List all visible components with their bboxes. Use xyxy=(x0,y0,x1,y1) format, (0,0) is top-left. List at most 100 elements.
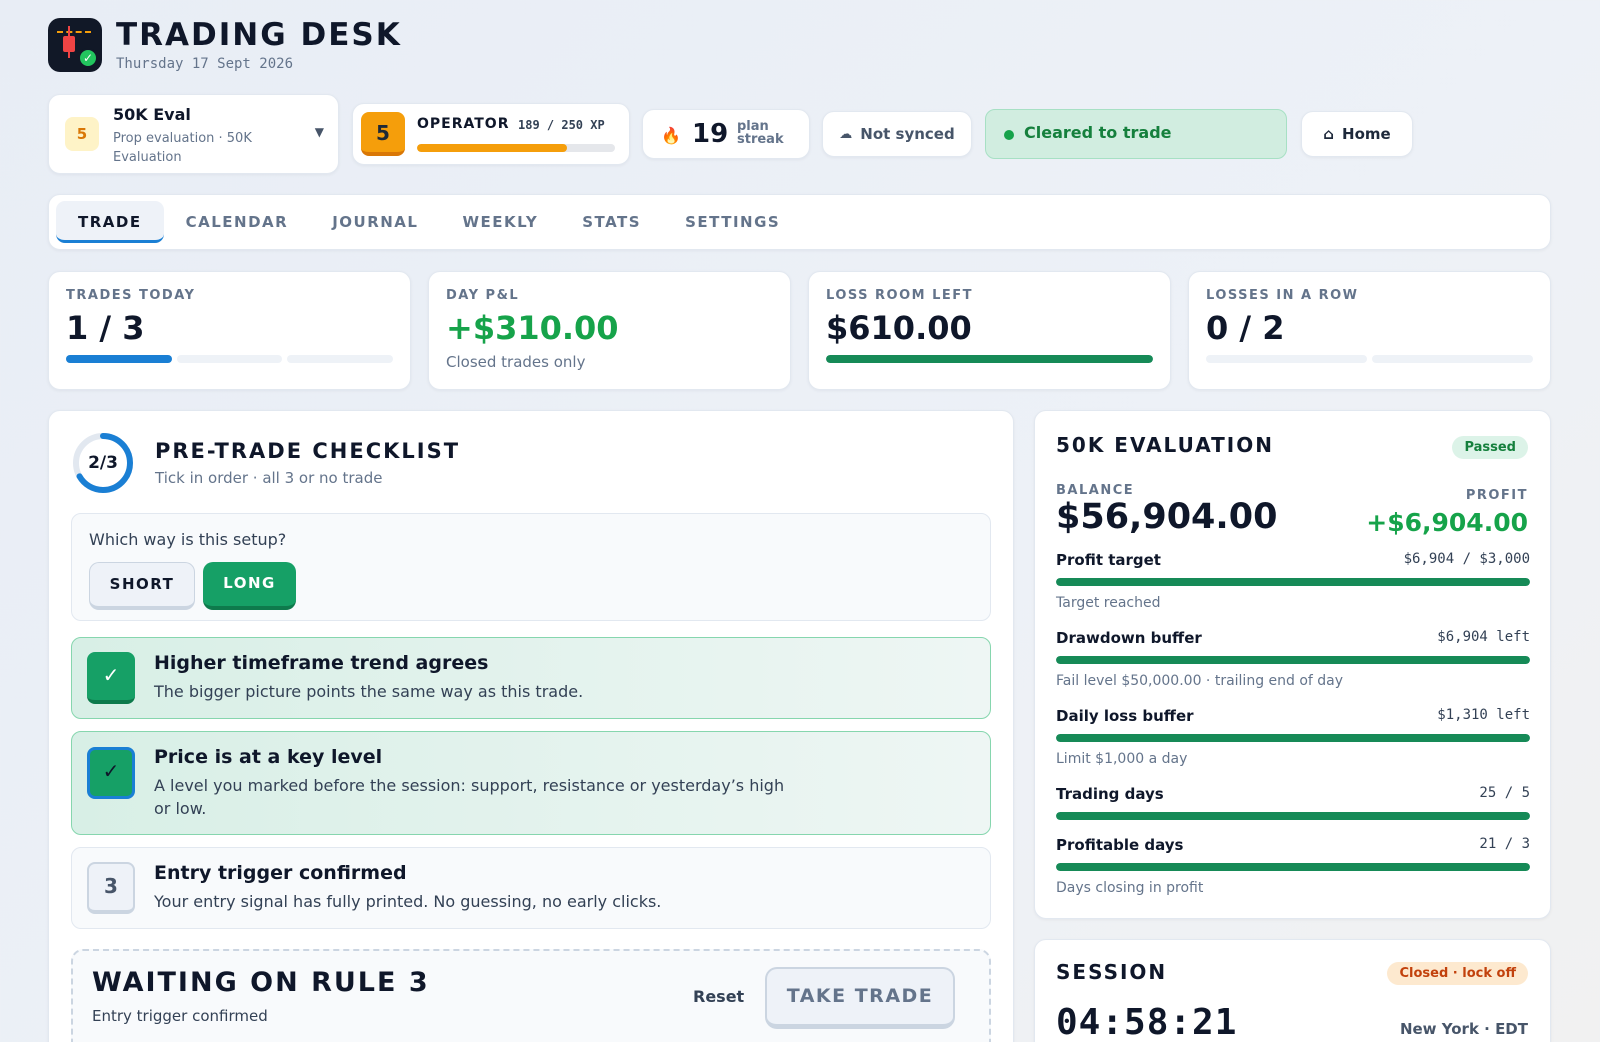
stat-value: $610.00 xyxy=(826,309,972,347)
segment xyxy=(287,355,394,363)
segment xyxy=(176,355,283,363)
long-button[interactable]: LONG xyxy=(203,562,296,610)
checklist-rule-1[interactable]: ✓ Higher timeframe trend agrees The bigg… xyxy=(71,637,991,719)
day-pnl-card: DAY P&L +$310.00 Closed trades only xyxy=(428,271,791,390)
direction-question: Which way is this setup? xyxy=(89,530,287,549)
tab-stats[interactable]: STATS xyxy=(560,201,663,243)
session-title: SESSION xyxy=(1056,960,1168,984)
reset-button[interactable]: Reset xyxy=(693,987,744,1006)
checklist-rule-2[interactable]: ✓ Price is at a key level A level you ma… xyxy=(71,731,991,835)
xp-text: 189 / 250 XP xyxy=(518,118,605,132)
stat-note: Closed trades only xyxy=(446,353,586,371)
short-button[interactable]: SHORT xyxy=(89,562,195,610)
losses-segment-bar xyxy=(1206,355,1533,363)
metric-value: $6,904 / $3,000 xyxy=(1403,551,1530,567)
checkbox-checked-icon[interactable]: ✓ xyxy=(87,747,135,799)
sync-label: Not synced xyxy=(860,125,955,143)
account-badge: 5 xyxy=(65,117,99,151)
metric-note: Days closing in profit xyxy=(1056,880,1204,896)
session-timezone: New York · EDT xyxy=(1399,1020,1528,1038)
tab-calendar[interactable]: CALENDAR xyxy=(164,201,311,243)
session-clock: 04:58:21 xyxy=(1056,1002,1238,1042)
rule-description: The bigger picture points the same way a… xyxy=(154,682,584,701)
metric-note: Fail level $50,000.00 · trailing end of … xyxy=(1056,673,1344,689)
segment xyxy=(1206,355,1367,363)
metric-label: Trading days xyxy=(1056,785,1164,803)
stat-value: 0 / 2 xyxy=(1206,309,1285,347)
metric-value: $6,904 left xyxy=(1437,629,1530,645)
loss-room-card: LOSS ROOM LEFT $610.00 xyxy=(808,271,1171,390)
checklist-progress: 2/3 xyxy=(88,453,118,473)
losses-row-card: LOSSES IN A ROW 0 / 2 xyxy=(1188,271,1551,390)
metric-label: Profitable days xyxy=(1056,836,1184,854)
metric-profitable-days: Profitable days 21 / 3 Days closing in p… xyxy=(1056,836,1530,896)
metric-bar xyxy=(1056,812,1530,820)
loss-room-bar xyxy=(826,355,1153,363)
metric-profit-target: Profit target $6,904 / $3,000 Target rea… xyxy=(1056,551,1530,611)
tab-journal[interactable]: JOURNAL xyxy=(310,201,440,243)
profit-value: +$6,904.00 xyxy=(1366,508,1528,537)
checkbox-checked-icon[interactable]: ✓ xyxy=(87,652,135,704)
app-header: ✓ TRADING DESK Thursday 17 Sept 2026 xyxy=(48,18,402,72)
flame-icon: 🔥 xyxy=(661,126,681,145)
xp-progress-bar xyxy=(417,144,615,152)
trade-status-label: Cleared to trade xyxy=(1024,123,1172,142)
streak-label: plan streak xyxy=(737,119,784,147)
stat-label: TRADES TODAY xyxy=(66,288,196,303)
home-icon: ⌂ xyxy=(1323,125,1335,143)
profit-label: PROFIT xyxy=(1465,488,1528,503)
tab-trade[interactable]: TRADE xyxy=(56,201,164,243)
stat-label: LOSSES IN A ROW xyxy=(1206,288,1359,303)
metric-note: Target reached xyxy=(1056,595,1161,611)
evaluation-title: 50K EVALUATION xyxy=(1056,433,1274,457)
segment xyxy=(66,355,172,363)
status-dot-icon xyxy=(1004,130,1014,140)
metric-value: $1,310 left xyxy=(1437,707,1530,723)
metric-bar xyxy=(1056,734,1530,742)
level-badge: 5 xyxy=(361,112,405,156)
app-logo-icon: ✓ xyxy=(48,18,102,72)
rule-title: Price is at a key level xyxy=(154,746,383,768)
metric-daily-loss-buffer: Daily loss buffer $1,310 left Limit $1,0… xyxy=(1056,707,1530,767)
rule-description: Your entry signal has fully printed. No … xyxy=(154,892,662,911)
home-label: Home xyxy=(1342,125,1391,143)
app-title: TRADING DESK xyxy=(116,17,402,53)
stat-value: +$310.00 xyxy=(446,309,619,347)
trade-status-badge: Cleared to trade xyxy=(985,109,1287,159)
metric-value: 21 / 3 xyxy=(1479,836,1530,852)
trades-today-card: TRADES TODAY 1 / 3 xyxy=(48,271,411,390)
rule-number-box[interactable]: 3 xyxy=(87,862,135,914)
sync-status-button[interactable]: ☁ Not synced xyxy=(822,111,972,157)
balance-value: $56,904.00 xyxy=(1056,497,1278,537)
tab-settings[interactable]: SETTINGS xyxy=(663,201,802,243)
stat-label: DAY P&L xyxy=(446,288,520,303)
metric-drawdown-buffer: Drawdown buffer $6,904 left Fail level $… xyxy=(1056,629,1530,689)
checklist-subtitle: Tick in order · all 3 or no trade xyxy=(155,469,383,487)
rule-title: Entry trigger confirmed xyxy=(154,862,407,884)
operator-level-card: 5 OPERATOR 189 / 250 XP xyxy=(352,103,630,165)
evaluation-card: 50K EVALUATION Passed BALANCE $56,904.00… xyxy=(1034,410,1551,919)
metric-bar xyxy=(1056,656,1530,664)
stat-value: 1 / 3 xyxy=(66,309,145,347)
take-trade-button[interactable]: TAKE TRADE xyxy=(765,967,955,1029)
balance-label: BALANCE xyxy=(1056,483,1135,498)
direction-selector: Which way is this setup? SHORT LONG xyxy=(71,513,991,621)
plan-streak-card: 🔥 19 plan streak xyxy=(642,109,810,159)
account-name: 50K Eval xyxy=(113,105,191,124)
home-button[interactable]: ⌂ Home xyxy=(1301,111,1413,157)
segment xyxy=(1372,355,1533,363)
streak-count: 19 xyxy=(692,119,729,149)
waiting-subtitle: Entry trigger confirmed xyxy=(92,1007,268,1025)
app-date: Thursday 17 Sept 2026 xyxy=(116,56,294,72)
account-selector[interactable]: 5 50K Eval Prop evaluation · 50K Evaluat… xyxy=(48,94,339,174)
tab-weekly[interactable]: WEEKLY xyxy=(440,201,560,243)
cloud-icon: ☁ xyxy=(839,126,853,142)
operator-rank: OPERATOR xyxy=(417,116,510,132)
metric-value: 25 / 5 xyxy=(1479,785,1530,801)
checklist-rule-3[interactable]: 3 Entry trigger confirmed Your entry sig… xyxy=(71,847,991,929)
chevron-down-icon: ▼ xyxy=(314,125,324,139)
rule-title: Higher timeframe trend agrees xyxy=(154,652,489,674)
checklist-title: PRE-TRADE CHECKLIST xyxy=(155,439,461,463)
metric-note: Limit $1,000 a day xyxy=(1056,751,1188,767)
main-tabs: TRADE CALENDAR JOURNAL WEEKLY STATS SETT… xyxy=(48,194,1551,250)
